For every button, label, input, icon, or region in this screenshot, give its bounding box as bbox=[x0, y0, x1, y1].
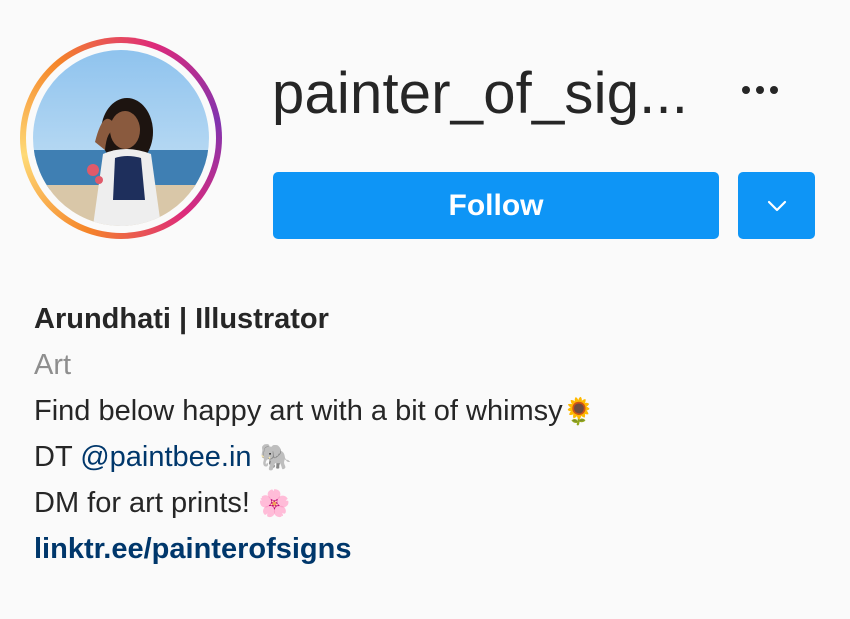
avatar-photo bbox=[33, 50, 209, 226]
chevron-down-icon bbox=[767, 200, 786, 211]
profile-header: painter_of_sig... Follow Arundhati | Ill… bbox=[0, 0, 850, 619]
elephant-icon: 🐘 bbox=[259, 442, 292, 472]
profile-category: Art bbox=[34, 349, 72, 381]
blossom-icon: 🌸 bbox=[258, 488, 291, 518]
profile-username: painter_of_sig... bbox=[272, 61, 689, 126]
profile-full-name: Arundhati | Illustrator bbox=[34, 303, 329, 335]
more-horizontal-icon bbox=[742, 86, 750, 94]
story-ring[interactable] bbox=[20, 37, 222, 239]
more-horizontal-icon-dot bbox=[756, 86, 764, 94]
bio-mention-link[interactable]: @paintbee.in bbox=[80, 441, 251, 473]
bio-line: DM for art prints! 🌸 bbox=[34, 480, 794, 526]
more-options-button[interactable] bbox=[730, 70, 790, 110]
avatar-gap bbox=[26, 43, 216, 233]
bio-external-link[interactable]: linktr.ee/painterofsigns bbox=[34, 526, 794, 572]
bio-text: Find below happy art with a bit of whims… bbox=[34, 395, 563, 427]
avatar[interactable] bbox=[33, 50, 209, 226]
profile-bio: Arundhati | Illustrator Art Find below h… bbox=[34, 296, 794, 572]
suggested-accounts-button[interactable] bbox=[738, 172, 815, 239]
follow-button[interactable]: Follow bbox=[273, 172, 719, 239]
bio-line: DT @paintbee.in 🐘 bbox=[34, 434, 794, 480]
bio-line: Find below happy art with a bit of whims… bbox=[34, 388, 794, 434]
bio-text: DM for art prints! bbox=[34, 487, 258, 519]
sunflower-icon: 🌻 bbox=[562, 396, 596, 426]
more-horizontal-icon-dot bbox=[770, 86, 778, 94]
bio-text: DT bbox=[34, 441, 81, 473]
